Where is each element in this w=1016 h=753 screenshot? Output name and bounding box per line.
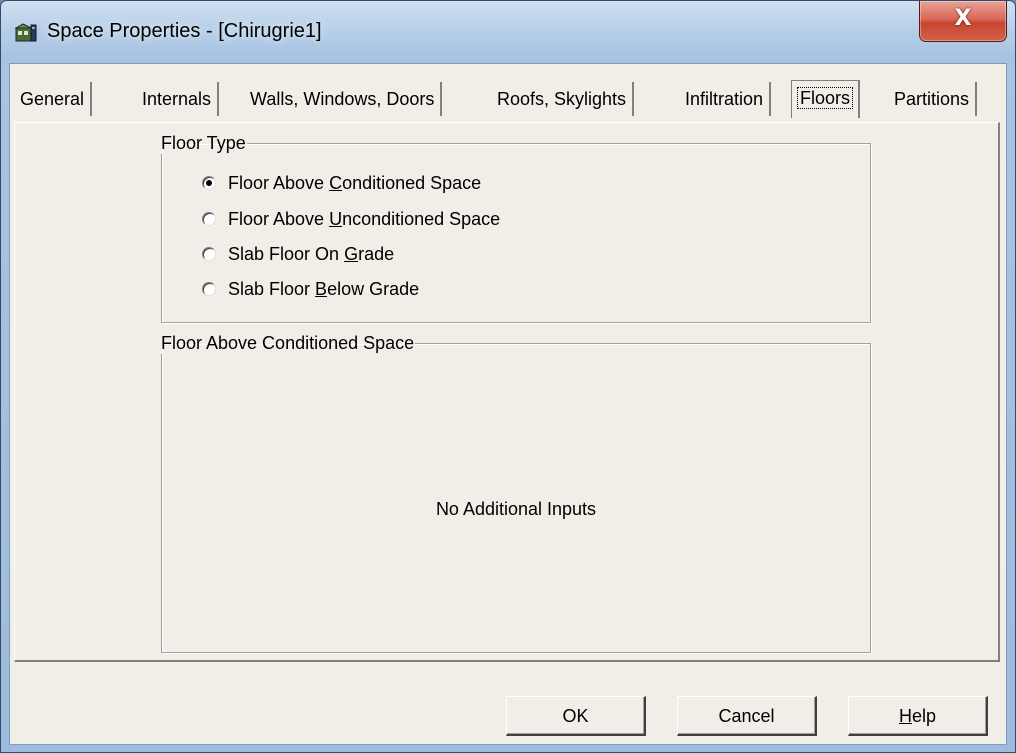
radio-button[interactable] — [202, 247, 216, 261]
floor-type-legend: Floor Type — [161, 133, 246, 153]
window-title: Space Properties - [Chirugrie1] — [47, 20, 322, 42]
app-icon — [15, 23, 37, 42]
radio-slab-floor-on-grade[interactable]: Slab Floor On Grade — [202, 241, 394, 267]
ok-button[interactable]: OK — [506, 696, 646, 736]
radio-button[interactable] — [202, 212, 216, 226]
close-icon: X — [954, 6, 972, 31]
tab-partitions[interactable]: Partitions — [888, 82, 978, 116]
tab-roofs-skylights[interactable]: Roofs, Skylights — [491, 82, 635, 116]
tab-label: Partitions — [894, 89, 970, 109]
title-bar[interactable]: Space Properties - [Chirugrie1] X — [1, 1, 1015, 63]
floor-detail-group: Floor Above Conditioned Space No Additio… — [161, 333, 871, 653]
tab-internals[interactable]: Internals — [136, 82, 220, 116]
tab-label: Roofs, Skylights — [497, 89, 627, 109]
tab-label: General — [20, 89, 85, 109]
tab-label: Infiltration — [685, 89, 764, 109]
radio-button[interactable] — [202, 282, 216, 296]
tab-walls-windows-doors[interactable]: Walls, Windows, Doors — [244, 82, 443, 116]
cancel-button[interactable]: Cancel — [677, 696, 817, 736]
radio-button-checked[interactable] — [202, 176, 216, 190]
cancel-button-label: Cancel — [718, 706, 775, 726]
help-button[interactable]: Help — [848, 696, 988, 736]
tab-label: Floors — [796, 87, 854, 109]
radio-label: Floor Above Conditioned Space — [228, 172, 482, 193]
ok-button-label: OK — [562, 706, 589, 726]
radio-floor-above-conditioned[interactable]: Floor Above Conditioned Space — [202, 170, 481, 196]
radio-slab-floor-below-grade[interactable]: Slab Floor Below Grade — [202, 276, 419, 302]
floor-type-group: Floor Type Floor Above Conditioned Space… — [161, 133, 871, 323]
tab-floors[interactable]: Floors — [791, 80, 861, 118]
radio-label: Slab Floor On Grade — [228, 243, 395, 264]
dialog-client-area: General Internals Walls, Windows, Doors … — [9, 63, 1007, 745]
radio-label: Slab Floor Below Grade — [228, 278, 420, 299]
tab-general[interactable]: General — [14, 82, 93, 116]
no-inputs-message: No Additional Inputs — [435, 499, 597, 519]
dialog-window: Space Properties - [Chirugrie1] X Genera… — [0, 0, 1016, 753]
close-button[interactable]: X — [919, 1, 1007, 42]
help-button-label: Help — [898, 706, 937, 726]
tab-infiltration[interactable]: Infiltration — [679, 82, 772, 116]
radio-label: Floor Above Unconditioned Space — [228, 208, 501, 229]
radio-floor-above-unconditioned[interactable]: Floor Above Unconditioned Space — [202, 206, 500, 232]
tab-label: Internals — [142, 89, 212, 109]
floor-detail-legend: Floor Above Conditioned Space — [161, 333, 415, 353]
tab-label: Walls, Windows, Doors — [250, 89, 435, 109]
floors-tab-panel: Floor Type Floor Above Conditioned Space… — [14, 122, 1000, 662]
